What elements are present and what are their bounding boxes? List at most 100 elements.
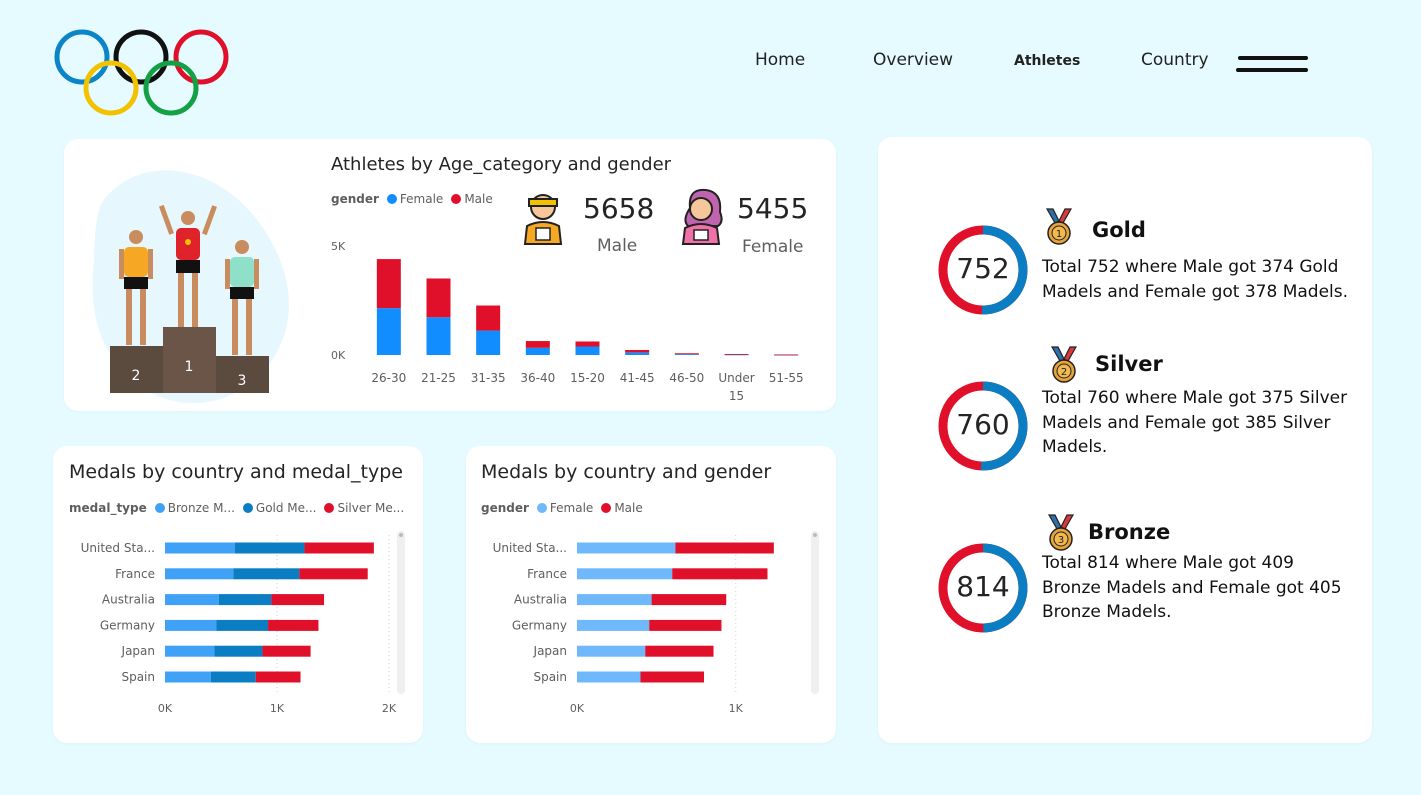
medal-type-legend: medal_type Bronze M... Gold Me... Silver… <box>69 501 412 515</box>
category-label: Spain <box>533 670 567 684</box>
nav-home[interactable]: Home <box>755 50 805 70</box>
category-label: United Sta... <box>81 541 155 555</box>
ribbon-right <box>1060 514 1075 530</box>
bar-segment <box>165 671 211 683</box>
medal-type-chart-title: Medals by country and medal_type <box>69 461 403 483</box>
x-tick-label: 2K <box>382 702 397 715</box>
bar-segment <box>218 594 272 606</box>
podium-label-2: 2 <box>132 368 141 384</box>
bar-segment <box>210 671 256 683</box>
medal-rank: 2 <box>1061 367 1067 378</box>
bronze-title: Bronze <box>1088 520 1171 544</box>
x-tick-label: 31-35 <box>471 371 506 385</box>
bar-segment <box>235 542 305 554</box>
medal-type-scrollbar[interactable] <box>397 531 405 694</box>
bar-segment <box>165 594 219 606</box>
bar-male <box>376 259 401 309</box>
x-tick-label: 15-20 <box>570 371 605 385</box>
y-tick-label: 5K <box>331 240 346 253</box>
bar-female <box>376 308 401 355</box>
female-total: 5455 <box>737 192 809 225</box>
silver-description: Total 760 where Male got 375 Silver Made… <box>1042 388 1348 457</box>
bar-segment <box>165 619 217 631</box>
podium-illustration: 2 1 3 <box>92 170 289 404</box>
legend-item-gold[interactable]: Gold Me... <box>242 501 316 515</box>
bar-segment <box>651 594 727 606</box>
bar-segment <box>214 645 263 657</box>
x-tick-label: 21-25 <box>421 371 456 385</box>
category-label: United Sta... <box>493 541 567 555</box>
bar-segment <box>675 542 774 554</box>
x-tick-label: 0K <box>158 702 173 715</box>
ribbon-left <box>1047 514 1062 530</box>
bar-segment <box>165 542 235 554</box>
age-chart-title: Athletes by Age_category and gender <box>331 154 672 175</box>
bar-segment <box>233 568 300 580</box>
ribbon-left <box>1050 346 1065 362</box>
country-gender-legend: gender Female Male <box>481 501 651 515</box>
bar-male <box>625 349 650 353</box>
male-total: 5658 <box>583 192 655 225</box>
bar-segment <box>299 568 368 580</box>
bar-segment <box>216 619 269 631</box>
bar-female <box>625 352 650 355</box>
nav-athletes[interactable]: Athletes <box>1014 53 1080 69</box>
legend-item-female[interactable]: Female <box>536 501 593 515</box>
medal-rank: 1 <box>1056 229 1062 240</box>
category-label: Japan <box>533 644 567 658</box>
podium-label-3: 3 <box>238 373 247 389</box>
legend-item-male[interactable]: Male <box>451 192 493 206</box>
menu-icon[interactable] <box>1236 54 1310 76</box>
category-label: Australia <box>102 593 155 607</box>
bar-segment <box>577 594 652 606</box>
x-tick-label: 46-50 <box>669 371 704 385</box>
podium-label-1: 1 <box>185 359 194 375</box>
legend-title: medal_type <box>69 501 147 515</box>
legend-item-bronze[interactable]: Bronze M... <box>154 501 235 515</box>
bar-female <box>525 347 550 355</box>
bar-segment <box>304 542 374 554</box>
x-tick-label: 15 <box>729 389 744 403</box>
category-label: Spain <box>121 670 155 684</box>
bronze-description: Total 814 where Male got 409 Bronze Made… <box>1042 553 1342 622</box>
legend-item-female[interactable]: Female <box>386 192 443 206</box>
silver-medal-icon: 2 <box>1050 346 1078 383</box>
x-tick-label: 51-55 <box>769 371 804 385</box>
nav-overview[interactable]: Overview <box>873 50 953 70</box>
gold-medal-icon: 1 <box>1045 208 1073 245</box>
legend-item-male[interactable]: Male <box>601 501 643 515</box>
age-chart-legend: gender Female Male <box>331 192 501 206</box>
bar-segment <box>165 645 215 657</box>
bar-segment <box>165 568 234 580</box>
category-label: Japan <box>121 644 155 658</box>
bar-segment <box>645 645 714 657</box>
age-bar-chart: 5K 0K 26-30 21-25 31-35 36-40 15-20 41-45 46-50 U… <box>331 240 804 403</box>
bar-segment <box>577 645 646 657</box>
legend-item-silver[interactable]: Silver Me... <box>324 501 404 515</box>
category-label: Australia <box>514 593 567 607</box>
bar-segment <box>268 619 319 631</box>
x-tick-label: 1K <box>270 702 285 715</box>
category-label: France <box>115 567 155 581</box>
category-label: France <box>527 567 567 581</box>
bar-female <box>426 317 451 355</box>
x-tick-label: 26-30 <box>371 371 406 385</box>
bar-male <box>575 341 600 347</box>
bronze-medal-icon: 3 <box>1047 514 1075 551</box>
medal-type-bar-chart: 0K 1K 2K United Sta... France Australia German… <box>81 535 397 715</box>
bronze-total: 814 <box>956 570 1010 603</box>
y-tick-label: 0K <box>331 349 346 362</box>
bar-female <box>476 330 501 355</box>
x-tick-label: 1K <box>729 702 744 715</box>
silver-total: 760 <box>956 408 1010 441</box>
legend-title: gender <box>331 192 379 206</box>
ribbon-right <box>1063 346 1078 362</box>
country-gender-scrollbar[interactable] <box>811 531 819 694</box>
x-tick-label: 0K <box>570 702 585 715</box>
country-gender-bar-chart: 0K 1K United Sta... France Australia Germany J… <box>493 535 774 715</box>
bar-segment <box>271 594 325 606</box>
bar-male <box>774 354 799 356</box>
bar-segment <box>255 671 301 683</box>
nav-country[interactable]: Country <box>1141 50 1209 70</box>
country-gender-chart-title: Medals by country and gender <box>481 461 772 483</box>
